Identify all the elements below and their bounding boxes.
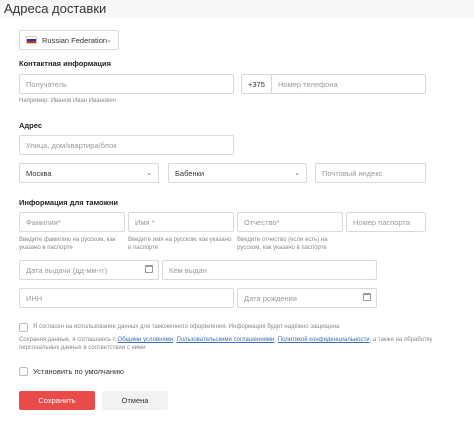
birthdate-placeholder: Дата рождения [244, 293, 297, 303]
recipient-hint: Например: Иванов Иван Иванович [19, 98, 116, 104]
terms-link-privacy[interactable]: Политикой конфиденциальности [278, 337, 370, 343]
consent-checkbox[interactable] [19, 323, 28, 332]
default-label: Установить по умолчанию [33, 367, 124, 376]
patronymic-hint: Введите отчество (если есть) на русском,… [237, 237, 328, 251]
city-value: Бабенки [175, 168, 205, 178]
russia-flag-icon [26, 36, 37, 44]
phone-code-value: +375 [248, 79, 265, 89]
save-button[interactable]: Сохранить [19, 391, 95, 410]
page-title: Адреса доставки [4, 1, 107, 16]
passport-placeholder: Номер паспорта [353, 217, 410, 227]
terms-prefix: Сохраняя данные, я соглашаюсь с [19, 337, 118, 343]
firstname-placeholder: Имя * [135, 217, 155, 227]
calendar-icon[interactable] [363, 293, 371, 301]
firstname-input[interactable]: Имя * [128, 212, 234, 232]
calendar-icon[interactable] [145, 265, 153, 273]
customs-heading: Информация для таможни [19, 198, 118, 207]
recipient-placeholder: Получатель [26, 79, 67, 89]
inn-placeholder: ИНН [26, 293, 43, 303]
patronymic-input[interactable]: Отчество* [237, 212, 343, 232]
chevron-down-icon: ⌄ [294, 170, 300, 177]
street-placeholder: Улица, дом/квартира/блок [26, 140, 117, 150]
surname-hint: Введите фамилию на русском, как указано … [19, 237, 116, 251]
patronymic-placeholder: Отчество* [244, 217, 280, 227]
consent-label: Я согласен на использование данных для т… [33, 324, 340, 330]
address-heading: Адрес [19, 121, 43, 130]
passport-input[interactable]: Номер паспорта [346, 212, 426, 232]
inn-input[interactable]: ИНН [19, 288, 234, 308]
cancel-button[interactable]: Отмена [102, 391, 168, 410]
phone-input[interactable]: Номер телефона [271, 74, 426, 94]
chevron-down-icon: ⌄ [106, 37, 112, 44]
issued-by-placeholder: Кем выдан [169, 265, 207, 275]
terms-text: Сохраняя данные, я соглашаюсь с Общими у… [19, 336, 439, 352]
phone-placeholder: Номер телефона [278, 79, 338, 89]
street-input[interactable]: Улица, дом/квартира/блок [19, 135, 234, 155]
birthdate-input[interactable]: Дата рождения [237, 288, 377, 308]
surname-input[interactable]: Фамилия* [19, 212, 125, 232]
issue-date-placeholder: Дата выдачи (дд-мм-гг) [26, 265, 108, 275]
country-value: Russian Federation [42, 35, 108, 45]
recipient-input[interactable]: Получатель [19, 74, 234, 94]
contact-heading: Контактная информация [19, 59, 112, 68]
issue-date-input[interactable]: Дата выдачи (дд-мм-гг) [19, 260, 159, 280]
default-checkbox[interactable] [19, 367, 28, 376]
terms-link-user-agreements[interactable]: Пользовательскими соглашениями [177, 337, 275, 343]
zip-input[interactable]: Почтовый индекс [315, 163, 426, 183]
issued-by-input[interactable]: Кем выдан [162, 260, 377, 280]
region-value: Москва [26, 168, 52, 178]
chevron-down-icon: ⌄ [146, 170, 152, 177]
region-select[interactable]: Москва ⌄ [19, 163, 159, 183]
surname-placeholder: Фамилия* [26, 217, 61, 227]
country-select[interactable]: Russian Federation ⌄ [19, 30, 119, 50]
city-select[interactable]: Бабенки ⌄ [168, 163, 307, 183]
firstname-hint: Введите имя на русском, как указано в па… [128, 237, 232, 251]
phone-code-field[interactable]: +375 [241, 74, 272, 94]
terms-link-general[interactable]: Общими условиями [118, 337, 174, 343]
zip-placeholder: Почтовый индекс [322, 168, 383, 178]
